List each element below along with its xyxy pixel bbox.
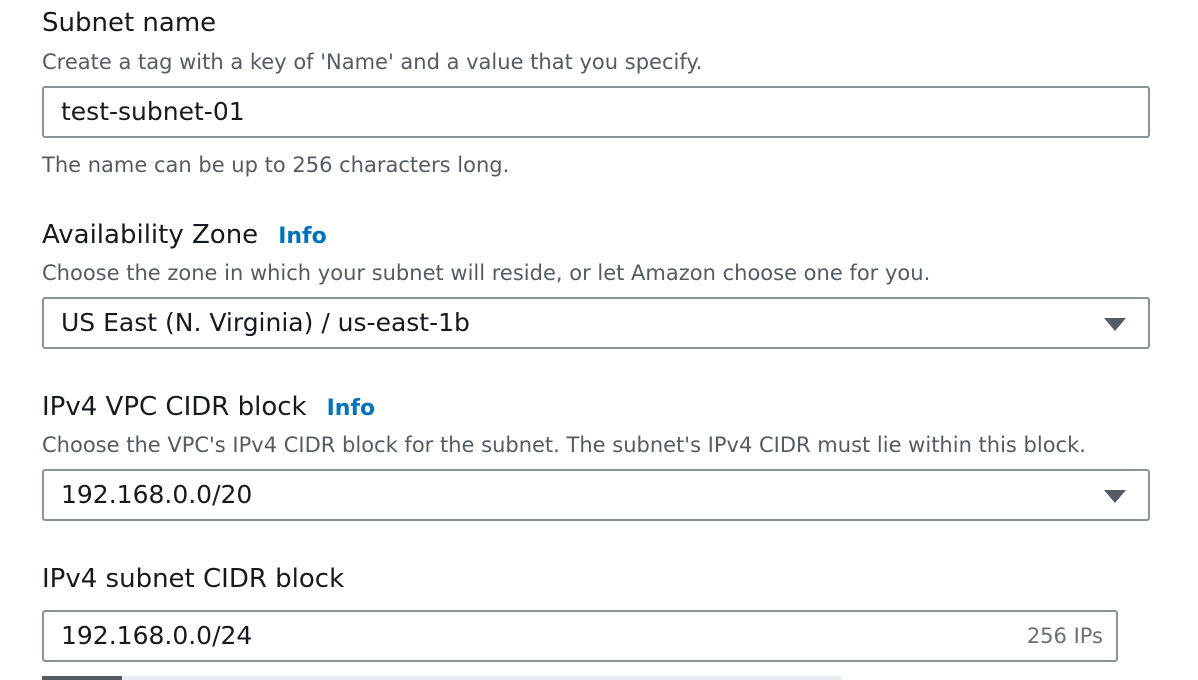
subnet-name-description: Create a tag with a key of 'Name' and a … — [42, 50, 703, 74]
availability-zone-info-link[interactable]: Info — [278, 224, 327, 249]
subnet-cidr-label-text: IPv4 subnet CIDR block — [42, 564, 345, 594]
vpc-cidr-info-link[interactable]: Info — [327, 396, 376, 421]
vpc-cidr-description: Choose the VPC's IPv4 CIDR block for the… — [42, 433, 1086, 457]
availability-zone-label: Availability Zone Info — [42, 219, 327, 253]
subnet-cidr-range-fill — [42, 676, 122, 680]
subnet-cidr-input-value: 192.168.0.0/24 — [61, 621, 253, 650]
subnet-cidr-input[interactable]: 192.168.0.0/24 256 IPs — [42, 610, 1118, 662]
subnet-cidr-label: IPv4 subnet CIDR block — [42, 563, 344, 595]
availability-zone-label-text: Availability Zone — [42, 220, 259, 250]
subnet-name-label-text: Subnet name — [42, 8, 217, 38]
caret-down-icon — [1104, 490, 1126, 503]
vpc-cidr-label: IPv4 VPC CIDR block Info — [42, 391, 375, 425]
subnet-name-constraint: The name can be up to 256 characters lon… — [42, 153, 510, 177]
subnet-name-label: Subnet name — [42, 7, 216, 39]
subnet-cidr-range-track[interactable] — [42, 676, 842, 680]
vpc-cidr-selected-value: 192.168.0.0/20 — [61, 480, 253, 509]
subnet-name-input-value: test-subnet-01 — [61, 97, 245, 126]
vpc-cidr-select[interactable]: 192.168.0.0/20 — [42, 469, 1150, 521]
availability-zone-selected-value: US East (N. Virginia) / us-east-1b — [61, 308, 470, 337]
subnet-cidr-ip-count: 256 IPs — [1026, 624, 1103, 648]
create-subnet-form: Subnet name Create a tag with a key of '… — [0, 0, 1198, 680]
caret-down-icon — [1104, 318, 1126, 331]
vpc-cidr-label-text: IPv4 VPC CIDR block — [42, 392, 307, 422]
availability-zone-select[interactable]: US East (N. Virginia) / us-east-1b — [42, 297, 1150, 349]
availability-zone-description: Choose the zone in which your subnet wil… — [42, 261, 931, 285]
subnet-name-input[interactable]: test-subnet-01 — [42, 86, 1150, 138]
